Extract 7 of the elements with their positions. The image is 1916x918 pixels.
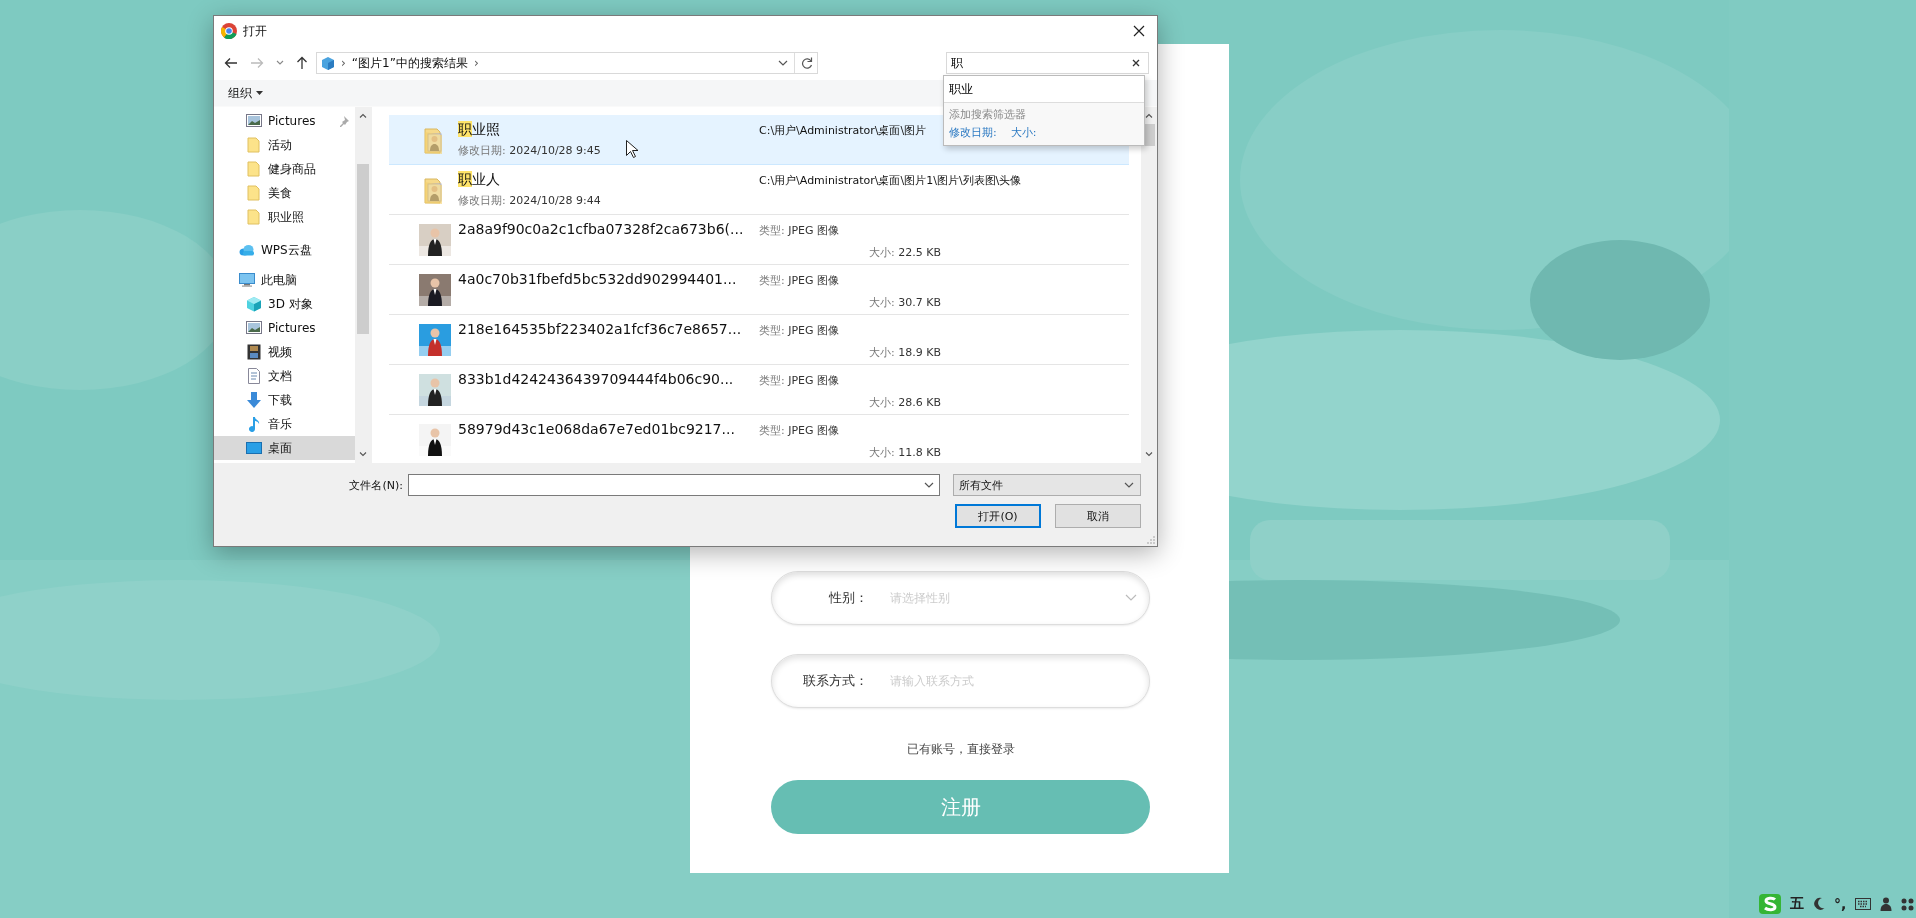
moon-icon[interactable]	[1813, 897, 1825, 911]
logo-icon[interactable]	[1759, 894, 1781, 914]
keyboard-icon[interactable]	[1855, 898, 1872, 910]
ime-text[interactable]: 五	[1790, 895, 1804, 913]
grid-icon[interactable]	[1901, 897, 1915, 911]
person-icon[interactable]	[1880, 897, 1893, 911]
ime-text[interactable]: °,	[1834, 896, 1847, 912]
